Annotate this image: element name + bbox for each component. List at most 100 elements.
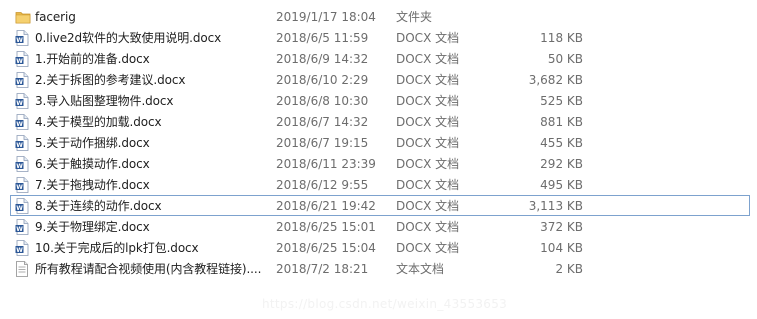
file-name: 4.关于模型的加载.docx: [35, 115, 162, 129]
file-row[interactable]: W 1.开始前的准备.docx 2018/6/9 14:32 DOCX 文档 50 KB: [10, 48, 750, 69]
docx-icon: W: [15, 114, 29, 130]
file-name-cell[interactable]: 所有教程请配合视频使用(内含教程链接)....: [15, 259, 275, 280]
file-type: DOCX 文档: [396, 94, 460, 108]
file-row[interactable]: 所有教程请配合视频使用(内含教程链接).... 2018/7/2 18:21 文本文…: [10, 258, 750, 279]
svg-text:W: W: [16, 205, 23, 212]
file-name-cell[interactable]: W 4.关于模型的加载.docx: [15, 112, 275, 133]
file-type: DOCX 文档: [396, 52, 460, 66]
file-name-cell[interactable]: W 5.关于动作捆绑.docx: [15, 133, 275, 154]
svg-text:W: W: [16, 121, 23, 128]
file-date: 2018/7/2 18:21: [276, 262, 369, 276]
file-size: 495 KB: [540, 178, 583, 192]
file-date: 2018/6/11 23:39: [276, 157, 376, 171]
file-name: 7.关于拖拽动作.docx: [35, 178, 150, 192]
file-date: 2018/6/9 14:32: [276, 52, 369, 66]
file-date: 2018/6/25 15:04: [276, 241, 376, 255]
file-type: DOCX 文档: [396, 178, 460, 192]
docx-icon: W: [15, 135, 29, 151]
file-date: 2019/1/17 18:04: [276, 10, 376, 24]
file-size: 50 KB: [547, 52, 583, 66]
file-size: 3,682 KB: [528, 73, 583, 87]
file-type: DOCX 文档: [396, 157, 460, 171]
file-size: 104 KB: [540, 241, 583, 255]
file-name: 9.关于物理绑定.docx: [35, 220, 150, 234]
svg-text:W: W: [16, 226, 23, 233]
file-name-cell[interactable]: W 7.关于拖拽动作.docx: [15, 175, 275, 196]
file-type: 文本文档: [396, 262, 445, 276]
file-name-cell[interactable]: W 2.关于拆图的参考建议.docx: [15, 70, 275, 91]
file-row[interactable]: W 5.关于动作捆绑.docx 2018/6/7 19:15 DOCX 文档 455 K…: [10, 132, 750, 153]
svg-text:W: W: [16, 100, 23, 107]
docx-icon: W: [15, 177, 29, 193]
file-row[interactable]: W 9.关于物理绑定.docx 2018/6/25 15:01 DOCX 文档 372 …: [10, 216, 750, 237]
file-list: facerig 2019/1/17 18:04 文件夹 W 0.live2d软件的大致使…: [10, 6, 750, 279]
file-type: DOCX 文档: [396, 73, 460, 87]
file-name: 3.导入贴图整理物件.docx: [35, 94, 174, 108]
file-size: 881 KB: [540, 115, 583, 129]
file-date: 2018/6/5 11:59: [276, 31, 369, 45]
file-row[interactable]: W 8.关于连续的动作.docx 2018/6/21 19:42 DOCX 文档 3,1…: [10, 195, 750, 216]
watermark-text: https://blog.csdn.net/weixin_43553653: [262, 297, 508, 311]
file-row[interactable]: W 3.导入贴图整理物件.docx 2018/6/8 10:30 DOCX 文档 525…: [10, 90, 750, 111]
file-name-cell[interactable]: facerig: [15, 7, 275, 28]
file-date: 2018/6/21 19:42: [276, 199, 376, 213]
file-name: 10.关于完成后的lpk打包.docx: [35, 241, 199, 255]
file-size: 525 KB: [540, 94, 583, 108]
file-row[interactable]: W 7.关于拖拽动作.docx 2018/6/12 9:55 DOCX 文档 495 K…: [10, 174, 750, 195]
file-size: 3,113 KB: [528, 199, 583, 213]
file-name: 2.关于拆图的参考建议.docx: [35, 73, 186, 87]
file-date: 2018/6/10 2:29: [276, 73, 369, 87]
text-file-icon: [15, 261, 29, 277]
file-date: 2018/6/7 19:15: [276, 136, 369, 150]
file-size: 372 KB: [540, 220, 583, 234]
file-name: 8.关于连续的动作.docx: [35, 199, 162, 213]
file-name-cell[interactable]: W 6.关于触摸动作.docx: [15, 154, 275, 175]
file-name: 0.live2d软件的大致使用说明.docx: [35, 31, 222, 45]
svg-text:W: W: [16, 184, 23, 191]
svg-text:W: W: [16, 163, 23, 170]
folder-icon: [15, 9, 31, 25]
file-name: 5.关于动作捆绑.docx: [35, 136, 150, 150]
file-name: 所有教程请配合视频使用(内含教程链接)....: [35, 262, 262, 276]
file-size: 2 KB: [555, 262, 583, 276]
file-date: 2018/6/8 10:30: [276, 94, 369, 108]
docx-icon: W: [15, 93, 29, 109]
file-date: 2018/6/12 9:55: [276, 178, 369, 192]
file-row[interactable]: W 2.关于拆图的参考建议.docx 2018/6/10 2:29 DOCX 文档 3,…: [10, 69, 750, 90]
file-size: 292 KB: [540, 157, 583, 171]
svg-text:W: W: [16, 79, 23, 86]
file-date: 2018/6/25 15:01: [276, 220, 376, 234]
file-name-cell[interactable]: W 9.关于物理绑定.docx: [15, 217, 275, 238]
docx-icon: W: [15, 240, 29, 256]
file-name-cell[interactable]: W 1.开始前的准备.docx: [15, 49, 275, 70]
file-type: DOCX 文档: [396, 199, 460, 213]
file-type: DOCX 文档: [396, 31, 460, 45]
docx-icon: W: [15, 30, 29, 46]
svg-text:W: W: [16, 142, 23, 149]
file-type: 文件夹: [396, 10, 433, 24]
file-size: 455 KB: [540, 136, 583, 150]
file-row[interactable]: W 6.关于触摸动作.docx 2018/6/11 23:39 DOCX 文档 292 …: [10, 153, 750, 174]
docx-icon: W: [15, 198, 29, 214]
file-date: 2018/6/7 14:32: [276, 115, 369, 129]
file-name-cell[interactable]: W 0.live2d软件的大致使用说明.docx: [15, 28, 275, 49]
file-row[interactable]: facerig 2019/1/17 18:04 文件夹: [10, 6, 750, 27]
file-row[interactable]: W 4.关于模型的加载.docx 2018/6/7 14:32 DOCX 文档 881 …: [10, 111, 750, 132]
docx-icon: W: [15, 51, 29, 67]
file-type: DOCX 文档: [396, 241, 460, 255]
docx-icon: W: [15, 72, 29, 88]
svg-text:W: W: [16, 247, 23, 254]
docx-icon: W: [15, 219, 29, 235]
file-type: DOCX 文档: [396, 220, 460, 234]
file-name: facerig: [35, 10, 76, 24]
file-name-cell[interactable]: W 10.关于完成后的lpk打包.docx: [15, 238, 275, 259]
file-row[interactable]: W 0.live2d软件的大致使用说明.docx 2018/6/5 11:59 DOC…: [10, 27, 750, 48]
file-size: 118 KB: [540, 31, 583, 45]
file-row[interactable]: W 10.关于完成后的lpk打包.docx 2018/6/25 15:04 DOCX …: [10, 237, 750, 258]
svg-text:W: W: [16, 58, 23, 65]
docx-icon: W: [15, 156, 29, 172]
file-type: DOCX 文档: [396, 136, 460, 150]
file-name-cell[interactable]: W 3.导入贴图整理物件.docx: [15, 91, 275, 112]
file-name-cell[interactable]: W 8.关于连续的动作.docx: [15, 196, 275, 217]
file-name: 6.关于触摸动作.docx: [35, 157, 150, 171]
